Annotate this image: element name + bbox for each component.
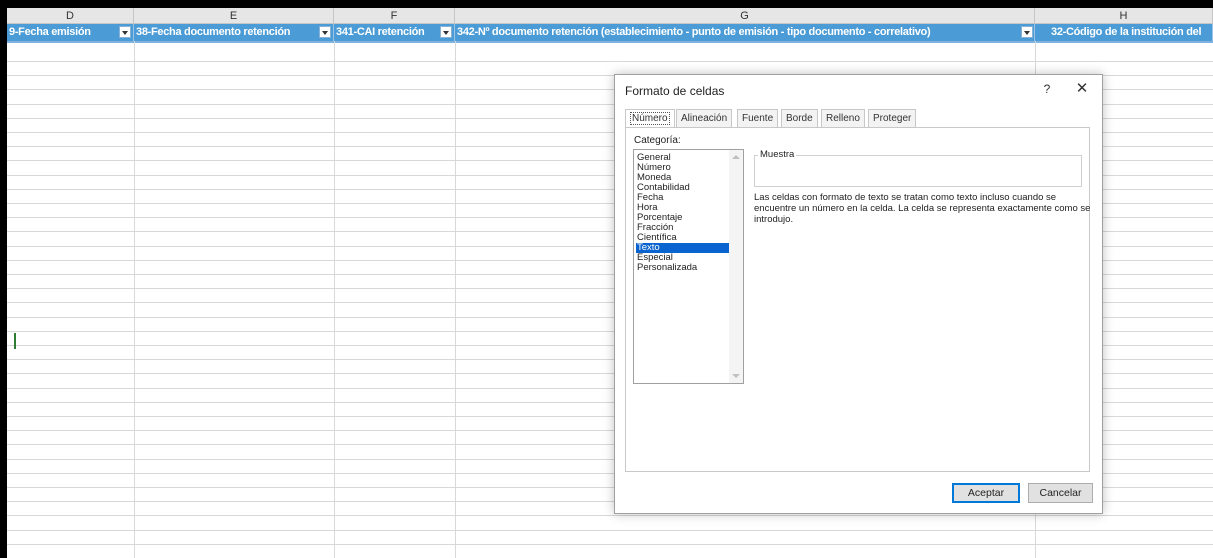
- selection-marker: [14, 333, 16, 349]
- filter-dropdown-icon[interactable]: [1021, 26, 1033, 38]
- filter-dropdown-icon[interactable]: [319, 26, 331, 38]
- format-cells-dialog: Formato de celdas ? ✕ Número Alineación …: [614, 74, 1103, 514]
- grid-row-line: [7, 515, 1213, 516]
- category-description: Las celdas con formato de texto se trata…: [754, 192, 1091, 225]
- category-label: Categoría:: [634, 135, 681, 146]
- tab-numero[interactable]: Número: [625, 109, 675, 128]
- tab-alineacion[interactable]: Alineación: [676, 109, 733, 127]
- top-band: [0, 0, 1213, 8]
- tab-fuente[interactable]: Fuente: [737, 109, 779, 127]
- table-header-row: 9-Fecha emisión 38-Fecha documento reten…: [7, 24, 1213, 41]
- tab-relleno[interactable]: Relleno: [821, 109, 865, 127]
- category-scrollbar[interactable]: [729, 150, 743, 383]
- left-band: [0, 0, 7, 558]
- grid-column-line: [334, 41, 335, 558]
- close-icon[interactable]: ✕: [1071, 79, 1093, 99]
- cancel-button[interactable]: Cancelar: [1028, 483, 1093, 503]
- accept-button[interactable]: Aceptar: [952, 483, 1020, 503]
- help-icon[interactable]: ?: [1037, 79, 1057, 99]
- header-cell-g[interactable]: 342-Nº documento retención (establecimie…: [455, 24, 1035, 41]
- filter-dropdown-icon[interactable]: [440, 26, 452, 38]
- scroll-up-icon[interactable]: [732, 155, 740, 159]
- column-letters-bar: D E F G H: [7, 8, 1213, 24]
- column-letter-h[interactable]: H: [1035, 8, 1213, 24]
- category-list[interactable]: General Número Moneda Contabilidad Fecha…: [633, 149, 744, 384]
- grid-row-line: [7, 544, 1213, 545]
- header-label: 38-Fecha documento retención: [136, 26, 291, 38]
- column-letter-g[interactable]: G: [455, 8, 1035, 24]
- tab-proteger[interactable]: Proteger: [868, 109, 917, 127]
- tab-borde[interactable]: Borde: [781, 109, 818, 127]
- filter-dropdown-icon[interactable]: [119, 26, 131, 38]
- category-item-personalizada[interactable]: Personalizada: [636, 263, 731, 273]
- header-cell-f[interactable]: 341-CAI retención: [334, 24, 455, 41]
- column-letter-d[interactable]: D: [7, 8, 134, 24]
- sample-label: Muestra: [758, 149, 797, 160]
- header-label: 9-Fecha emisión: [9, 26, 91, 38]
- header-cell-d[interactable]: 9-Fecha emisión: [7, 24, 134, 41]
- sample-box: Muestra: [754, 149, 1082, 187]
- grid-row-line: [7, 61, 1213, 62]
- grid-row-line: [7, 530, 1213, 531]
- header-label: 341-CAI retención: [336, 26, 425, 38]
- column-letter-f[interactable]: F: [334, 8, 455, 24]
- column-letter-e[interactable]: E: [134, 8, 334, 24]
- number-tab-panel: Categoría: General Número Moneda Contabi…: [625, 127, 1090, 472]
- tab-label: Número: [630, 112, 670, 125]
- header-cell-h[interactable]: 32-Código de la institución del: [1035, 24, 1213, 41]
- header-cell-e[interactable]: 38-Fecha documento retención: [134, 24, 334, 41]
- grid-column-line: [134, 41, 135, 558]
- grid-column-line: [455, 41, 456, 558]
- header-label: 32-Código de la institución del: [1051, 26, 1202, 38]
- dialog-title: Formato de celdas: [625, 84, 725, 98]
- scroll-down-icon[interactable]: [732, 374, 740, 378]
- header-label: 342-Nº documento retención (establecimie…: [457, 26, 931, 38]
